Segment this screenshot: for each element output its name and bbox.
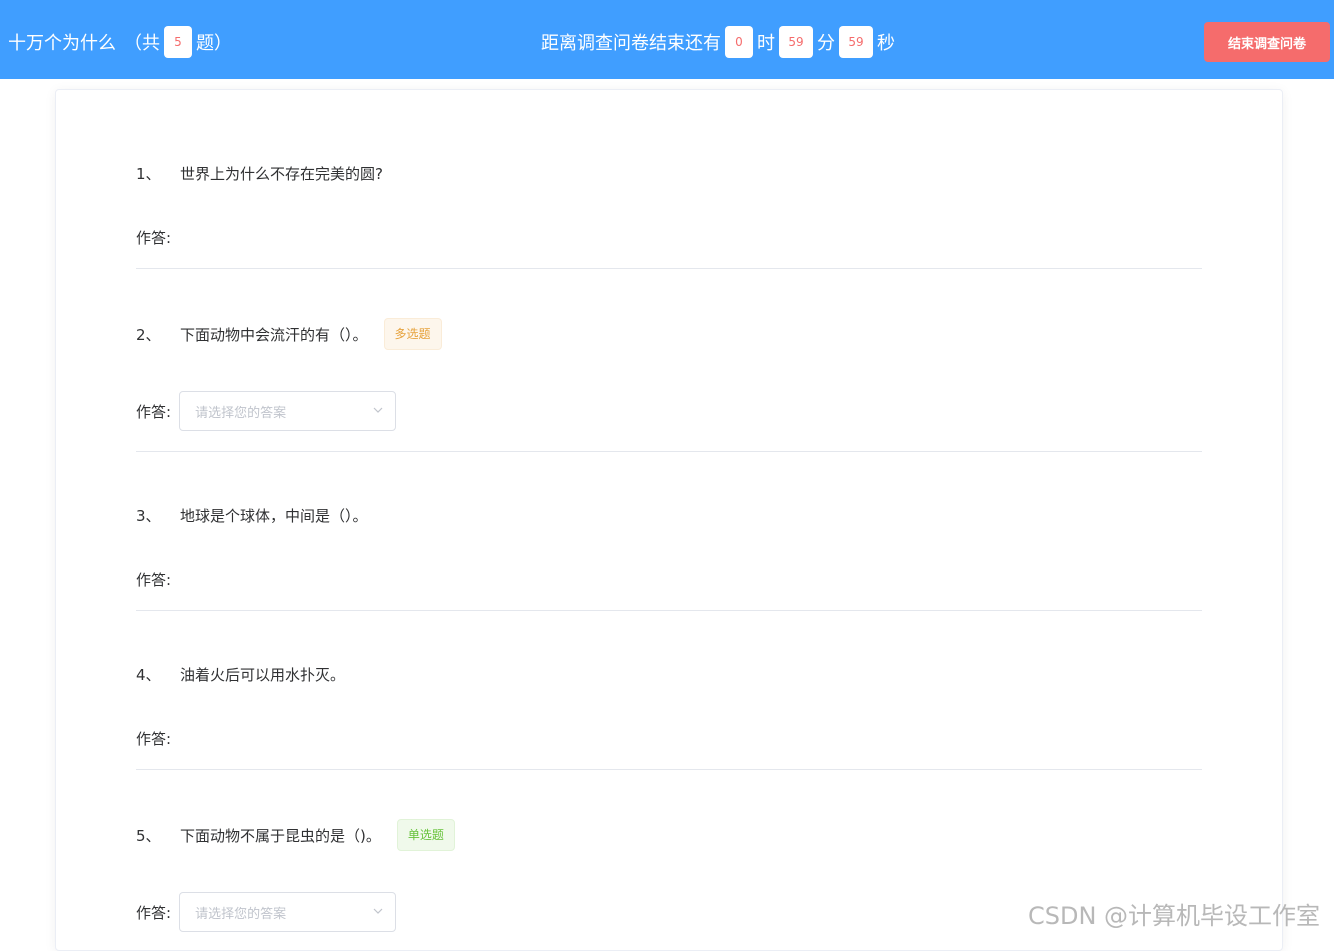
survey-title-group: 十万个为什么 （共 5 题）	[8, 26, 232, 58]
question-count-prefix: （共	[124, 33, 160, 54]
answer-select[interactable]: 请选择您的答案	[179, 391, 397, 431]
timer-seconds: 59	[839, 26, 873, 58]
countdown-timer: 距离调查问卷结束还有 0 时 59 分 59 秒	[541, 26, 895, 58]
chevron-down-icon	[373, 407, 383, 413]
answer-label: 作答:	[136, 570, 172, 589]
question-text: 世界上为什么不存在完美的圆?	[180, 164, 383, 183]
watermark: CSDN @计算机毕设工作室	[1028, 902, 1321, 930]
timer-hours-unit: 时	[757, 33, 775, 54]
timer-seconds-unit: 秒	[877, 33, 895, 54]
answer-select[interactable]: 请选择您的答案	[179, 892, 397, 932]
answer-label: 作答:	[136, 729, 172, 748]
timer-minutes-unit: 分	[817, 33, 835, 54]
question-number: 1、	[136, 164, 161, 183]
chevron-down-icon	[373, 908, 383, 914]
question-divider	[136, 451, 1202, 452]
answer-row: 作答: 请选择您的答案	[136, 892, 397, 932]
question-text: 下面动物中会流汗的有（）。	[180, 325, 368, 344]
answer-label: 作答:	[136, 903, 172, 922]
question-header: 4、 油着火后可以用水扑灭。	[136, 657, 345, 691]
question-divider	[136, 610, 1202, 611]
select-placeholder: 请选择您的答案	[195, 405, 287, 421]
select-placeholder: 请选择您的答案	[195, 906, 287, 922]
multiple-choice-tag: 多选题	[383, 318, 442, 350]
question-divider	[136, 769, 1202, 770]
end-survey-button[interactable]: 结束调查问卷	[1204, 22, 1330, 62]
question-number: 3、	[136, 506, 161, 525]
question-number: 5、	[136, 826, 161, 845]
single-choice-tag: 单选题	[396, 819, 455, 851]
question-text: 地球是个球体，中间是（）。	[180, 506, 368, 525]
answer-row: 作答:	[136, 718, 171, 758]
timer-label: 距离调查问卷结束还有	[541, 33, 721, 54]
answer-row: 作答:	[136, 559, 171, 599]
timer-minutes: 59	[779, 26, 813, 58]
top-bar: 十万个为什么 （共 5 题） 距离调查问卷结束还有 0 时 59 分 59 秒 …	[0, 0, 1334, 79]
timer-hours: 0	[725, 26, 753, 58]
survey-title: 十万个为什么	[8, 33, 116, 54]
question-header: 1、 世界上为什么不存在完美的圆?	[136, 156, 383, 190]
question-text: 油着火后可以用水扑灭。	[180, 665, 346, 684]
question-divider	[136, 268, 1202, 269]
answer-label: 作答:	[136, 228, 172, 247]
question-count-suffix: 题）	[196, 33, 232, 54]
question-header: 5、 下面动物不属于昆虫的是（)。 单选题	[136, 818, 455, 852]
answer-label: 作答:	[136, 402, 172, 421]
question-text: 下面动物不属于昆虫的是（)。	[180, 826, 381, 845]
question-header: 2、 下面动物中会流汗的有（）。 多选题	[136, 317, 442, 351]
question-count-badge: 5	[164, 26, 192, 58]
question-header: 3、 地球是个球体，中间是（）。	[136, 498, 368, 532]
question-number: 4、	[136, 665, 161, 684]
questions-card: 1、 世界上为什么不存在完美的圆? 作答: 2、 下面动物中会流汗的有（）。 多…	[55, 89, 1283, 951]
answer-row: 作答: 请选择您的答案	[136, 391, 397, 431]
answer-row: 作答:	[136, 217, 171, 257]
question-number: 2、	[136, 325, 161, 344]
